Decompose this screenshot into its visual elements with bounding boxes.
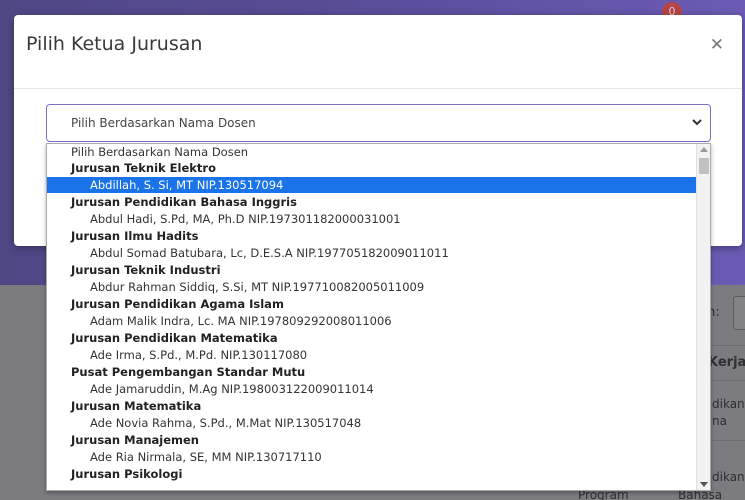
modal-title: Pilih Ketua Jurusan — [26, 33, 203, 55]
option-group-label: Jurusan Teknik Elektro — [71, 161, 216, 175]
option-item[interactable]: Adam Malik Indra, Lc. MA NIP.19780929200… — [47, 313, 697, 329]
option-item[interactable]: Abdur Rahman Siddiq, S.Si, MT NIP.197710… — [47, 279, 697, 295]
option-group-label: Jurusan Manajemen — [71, 433, 199, 447]
option-item-selected[interactable]: Abdillah, S. Si, MT NIP.130517094 — [47, 177, 697, 193]
option-item[interactable]: Abdul Hadi, S.Pd, MA, Ph.D NIP.197301182… — [47, 211, 697, 227]
option-item[interactable]: Ade Jamaruddin, M.Ag NIP.198003122009011… — [47, 381, 697, 397]
dropdown-scrollbar[interactable] — [696, 144, 710, 490]
lecturer-select[interactable]: Pilih Berdasarkan Nama Dosen — [46, 104, 711, 142]
chevron-down-icon — [692, 119, 702, 126]
search-input — [733, 296, 745, 330]
table-cell: dikan — [712, 470, 745, 484]
scroll-down-arrow-icon[interactable] — [700, 482, 708, 487]
option-group-label: Jurusan Teknik Industri — [71, 263, 221, 277]
lecturer-dropdown-list[interactable]: Pilih Berdasarkan Nama Dosen Jurusan Tek… — [46, 143, 711, 491]
option-item[interactable]: Ade Novia Rahma, S.Pd., M.Mat NIP.130517… — [47, 415, 697, 431]
scrollbar-thumb[interactable] — [699, 158, 709, 174]
option-group-label: Jurusan Matematika — [71, 399, 202, 413]
column-header: Kerja — [708, 355, 745, 370]
select-value: Pilih Berdasarkan Nama Dosen — [71, 116, 256, 130]
option-group-label: Jurusan Pendidikan Agama Islam — [71, 297, 284, 311]
scroll-up-arrow-icon[interactable] — [700, 147, 708, 152]
option-group-label: Jurusan Pendidikan Matematika — [71, 331, 278, 345]
modal-divider — [14, 88, 742, 89]
option-group-label: Jurusan Psikologi — [71, 467, 183, 481]
close-icon[interactable]: ✕ — [710, 35, 724, 55]
option-item[interactable]: Ade Ria Nirmala, SE, MM NIP.130717110 — [47, 449, 697, 465]
option-placeholder[interactable]: Pilih Berdasarkan Nama Dosen — [47, 144, 697, 160]
option-item[interactable]: Ade Irma, S.Pd., M.Pd. NIP.130117080 — [47, 347, 697, 363]
table-cell: dikan — [712, 397, 745, 411]
option-item[interactable]: Abdul Somad Batubara, Lc, D.E.S.A NIP.19… — [47, 245, 697, 261]
option-group-label: Jurusan Ilmu Hadits — [71, 229, 199, 243]
option-group-label: Jurusan Pendidikan Bahasa Inggris — [71, 195, 297, 209]
table-cell: na — [712, 414, 727, 428]
option-group-label: Pusat Pengembangan Standar Mutu — [71, 365, 306, 379]
